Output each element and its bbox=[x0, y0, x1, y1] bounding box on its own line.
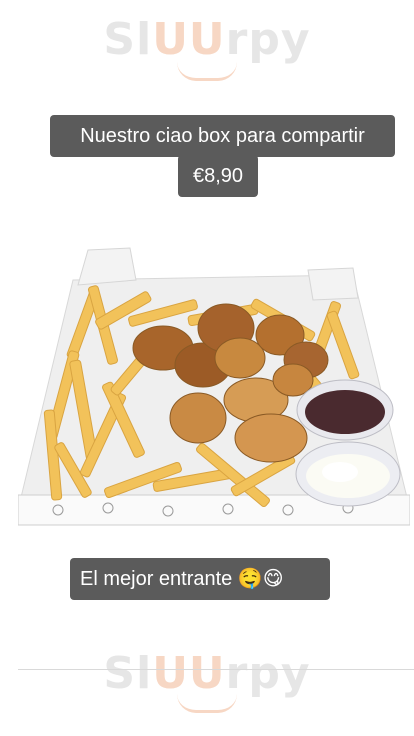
box-flap-right bbox=[307, 267, 359, 301]
box-flap-left bbox=[77, 247, 137, 286]
watermark-logo-bottom: SlUUrpy bbox=[103, 648, 311, 699]
story-caption-title: Nuestro ciao box para compartir bbox=[50, 115, 395, 157]
bbq-sauce-cup bbox=[296, 379, 394, 441]
story-caption-price: €8,90 bbox=[178, 155, 258, 197]
story-caption-subtitle: El mejor entrante 🤤😋 bbox=[70, 558, 330, 600]
watermark-logo-top: SlUUrpy bbox=[103, 14, 311, 65]
watermark-smile-icon bbox=[177, 62, 237, 81]
food-box-photo bbox=[18, 247, 410, 526]
divider-line bbox=[18, 669, 414, 670]
watermark-smile-icon bbox=[177, 694, 237, 713]
mayo-sauce-cup bbox=[295, 441, 401, 507]
